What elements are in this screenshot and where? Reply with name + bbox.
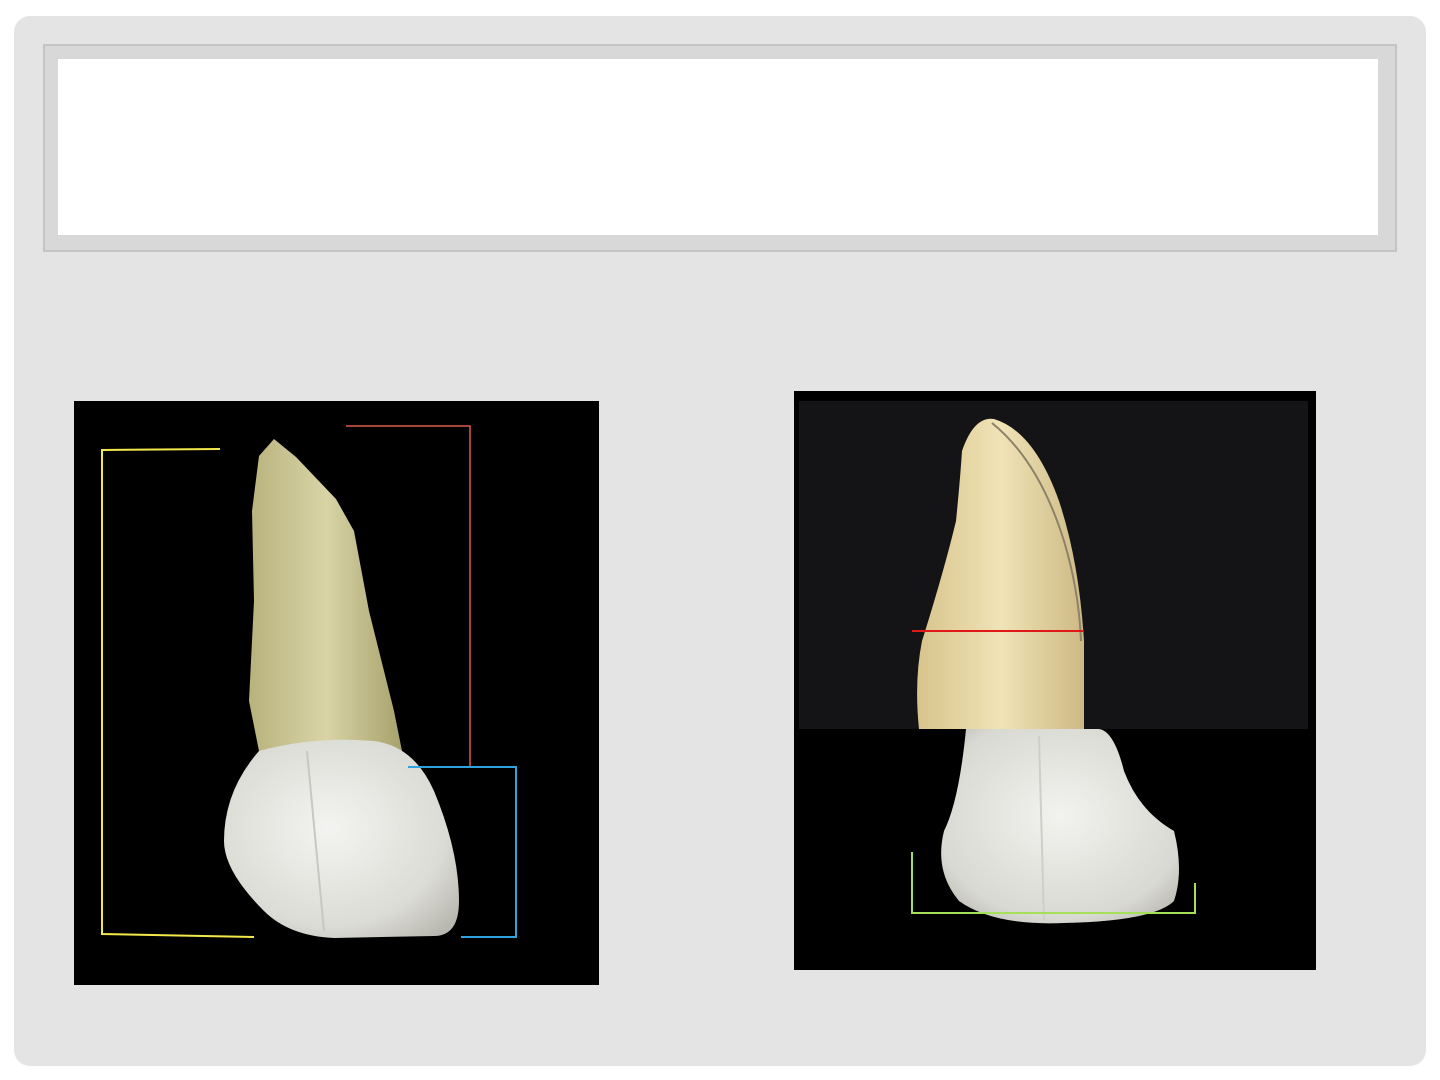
tooth-photo-proximal <box>794 391 1316 970</box>
tooth-photo-labial <box>74 401 599 985</box>
slide <box>14 16 1426 1066</box>
slide-title <box>58 59 1378 235</box>
title-placeholder-frame <box>43 44 1397 252</box>
